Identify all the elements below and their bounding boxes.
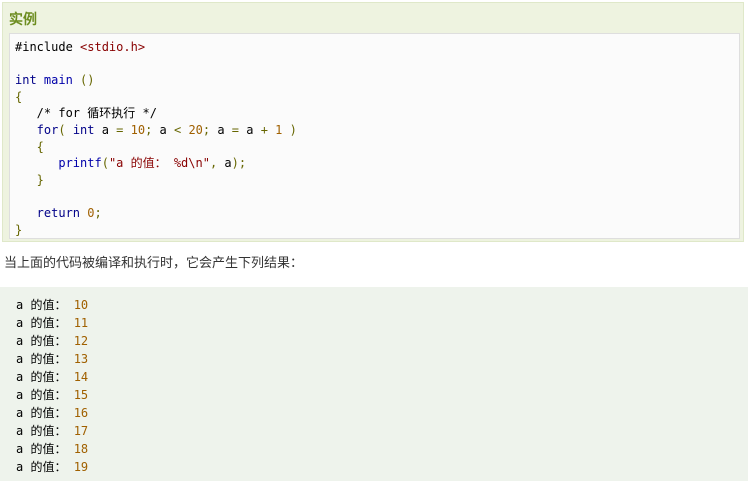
code-token: ; [94, 206, 102, 220]
output-label: 的值： [23, 388, 74, 402]
output-label: 的值： [23, 334, 74, 348]
code-token: ) [282, 123, 297, 137]
code-line: { [15, 89, 22, 105]
code-token: 10 [130, 123, 146, 137]
code-token: a [159, 123, 174, 137]
code-token: , [209, 156, 225, 171]
output-block[interactable]: a 的值： 10 a 的值： 11 a 的值： 12 a 的值： 13 a 的值： 14… [0, 287, 748, 481]
code-line: printf("a 的值： %d\n", a); [15, 155, 246, 171]
code-token: + [260, 123, 276, 137]
output-line: a 的值： 13 [16, 350, 88, 368]
output-label: 的值： [23, 352, 74, 366]
code-line: } [15, 172, 44, 188]
output-line: a 的值： 11 [16, 314, 88, 332]
output-value: 13 [73, 352, 89, 366]
output-line: a 的值： 14 [16, 368, 88, 386]
code-token: #include [15, 40, 81, 54]
output-value: 11 [73, 316, 89, 330]
code-token: = [231, 123, 247, 137]
code-token: () [72, 73, 95, 88]
code-token: = [116, 123, 131, 137]
code-token: printf [15, 156, 102, 171]
output-value: 16 [73, 406, 89, 420]
code-token: ( [58, 123, 73, 137]
code-token: return [15, 206, 88, 220]
output-line: a 的值： 18 [16, 440, 88, 458]
output-value: 17 [73, 424, 89, 438]
code-token: { [15, 89, 23, 104]
output-label: 的值： [23, 424, 74, 438]
code-line: for( int a = 10; a < 20; a = a + 1 ) [15, 122, 297, 138]
code-line: #include <stdio.h> [15, 39, 145, 55]
code-token: a [101, 123, 117, 137]
code-token: 20 [188, 123, 203, 137]
output-value: 18 [73, 442, 89, 456]
output-line: a 的值： 17 [16, 422, 88, 440]
code-token: <stdio.h> [80, 40, 146, 54]
output-value: 15 [73, 388, 89, 402]
output-line: a 的值： 15 [16, 386, 88, 404]
code-token: int [72, 123, 102, 137]
code-token: } [15, 172, 44, 187]
output-label: 的值： [23, 460, 74, 474]
code-token: a [217, 123, 232, 137]
example-heading: 实例 [9, 12, 37, 28]
code-block[interactable]: #include <stdio.h> int main (){ /* for 循环… [9, 33, 740, 239]
code-token: "a 的值： %d\n" [108, 156, 210, 171]
output-line: a 的值： 19 [16, 458, 88, 476]
output-label: 的值： [23, 406, 74, 420]
code-token: a [224, 156, 232, 171]
output-label: 的值： [23, 370, 74, 384]
code-token: main [43, 73, 73, 88]
output-label: 的值： [23, 442, 74, 456]
code-line: /* for 循环执行 */ [15, 105, 157, 121]
example-panel: 实例 #include <stdio.h> int main (){ /* for… [2, 2, 744, 242]
output-line: a 的值： 16 [16, 404, 88, 422]
code-token: ; [145, 123, 160, 137]
output-line: a 的值： 12 [16, 332, 88, 350]
code-token: } [15, 222, 23, 237]
code-token: ; [202, 123, 218, 137]
output-label: 的值： [23, 316, 74, 330]
code-token: ( [101, 156, 109, 171]
code-line: return 0; [15, 205, 102, 221]
code-line: } [15, 222, 22, 238]
code-token: /* for 循环执行 */ [15, 106, 157, 121]
code-token: int [15, 73, 44, 88]
output-value: 14 [73, 370, 89, 384]
code-token: for [15, 123, 59, 137]
output-value: 10 [73, 298, 89, 312]
code-token: ); [231, 156, 247, 171]
output-line: a 的值： 10 [16, 296, 88, 314]
code-token: < [173, 123, 189, 137]
output-value: 12 [73, 334, 89, 348]
result-description: 当上面的代码被编译和执行时，它会产生下列结果： [4, 256, 304, 271]
code-token: a [246, 123, 261, 137]
code-line: { [15, 139, 44, 155]
code-token: { [15, 139, 44, 154]
code-line: int main () [15, 72, 95, 88]
output-label: 的值： [23, 298, 74, 312]
output-value: 19 [73, 460, 89, 474]
